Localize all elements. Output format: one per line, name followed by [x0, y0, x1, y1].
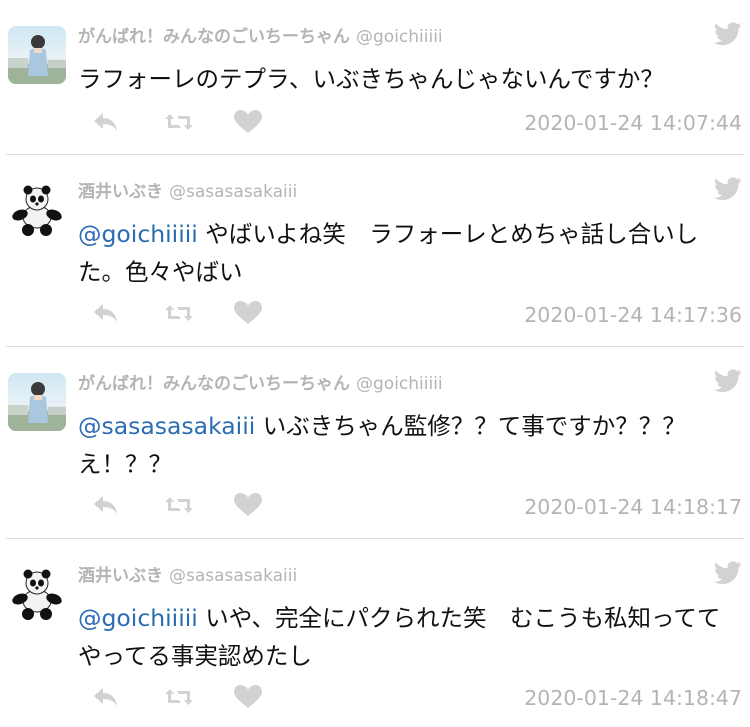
tweet-actions [92, 493, 292, 519]
retweet-icon[interactable] [164, 493, 194, 517]
twitter-bird-icon[interactable] [714, 177, 742, 201]
retweet-icon[interactable] [164, 110, 194, 134]
tweet-header: がんばれ！みんなのごいちーちゃん @goichiiiii [78, 369, 443, 394]
photo-avatar-icon [8, 35, 66, 84]
tweet-header: 酒井いぶき @sasasasakaiii [78, 177, 297, 202]
tweet-header: 酒井いぶき @sasasasakaiii [78, 561, 297, 586]
tweet-timestamp[interactable]: 2020-01-24 14:18:17 [524, 495, 742, 519]
tweet-text: ラフォーレのテプラ、いぶきちゃんじゃないんですか？ [78, 60, 742, 98]
tweet-card: 酒井いぶき @sasasasakaiii @goichiiiii いや、完全にパク… [0, 539, 750, 727]
user-avatar[interactable] [8, 373, 66, 431]
panda-avatar-icon [12, 569, 62, 620]
twitter-bird-icon[interactable] [714, 22, 742, 46]
tweet-text: @sasasasakaiii いぶきちゃん監修？？て事ですか？？？え！？？ [78, 407, 742, 483]
user-display-name[interactable]: がんばれ！みんなのごいちーちゃん [78, 374, 350, 394]
tweet-card: がんばれ！みんなのごいちーちゃん @goichiiiii @sasasasakai… [0, 347, 750, 539]
tweet-mention[interactable]: @sasasasakaiii [78, 412, 255, 440]
user-display-name[interactable]: 酒井いぶき [78, 182, 163, 202]
user-avatar[interactable] [8, 565, 66, 623]
retweet-icon[interactable] [164, 685, 194, 709]
user-handle[interactable]: @sasasasakaiii [169, 566, 297, 586]
user-avatar[interactable] [8, 26, 66, 84]
panda-avatar-icon [12, 185, 62, 236]
tweet-text: @goichiiiii いや、完全にパクられた笑 むこうも私知っててやってる事実… [78, 599, 742, 675]
user-handle[interactable]: @goichiiiii [356, 374, 443, 394]
tweet-timestamp[interactable]: 2020-01-24 14:18:47 [524, 686, 742, 710]
tweet-mention[interactable]: @goichiiiii [78, 220, 198, 248]
reply-icon[interactable] [92, 301, 120, 325]
user-handle[interactable]: @goichiiiii [356, 27, 443, 47]
tweet-actions [92, 685, 292, 711]
reply-icon[interactable] [92, 685, 120, 709]
twitter-bird-icon[interactable] [714, 561, 742, 585]
twitter-bird-icon[interactable] [714, 369, 742, 393]
user-avatar[interactable] [8, 181, 66, 239]
like-heart-icon[interactable] [234, 493, 262, 517]
tweet-card: 酒井いぶき @sasasasakaiii @goichiiiii やばいよね笑 ラ… [0, 155, 750, 347]
tweet-body: ラフォーレのテプラ、いぶきちゃんじゃないんですか？ [78, 65, 664, 93]
reply-icon[interactable] [92, 110, 120, 134]
tweet-header: がんばれ！みんなのごいちーちゃん @goichiiiii [78, 22, 443, 47]
photo-avatar-icon [8, 382, 66, 431]
tweet-text: @goichiiiii やばいよね笑 ラフォーレとめちゃ話し合いした。色々やばい [78, 215, 742, 291]
tweet-card: がんばれ！みんなのごいちーちゃん @goichiiiii ラフォーレのテプラ、いぶ… [0, 0, 750, 155]
retweet-icon[interactable] [164, 301, 194, 325]
like-heart-icon[interactable] [234, 110, 262, 134]
user-display-name[interactable]: 酒井いぶき [78, 566, 163, 586]
user-handle[interactable]: @sasasasakaiii [169, 182, 297, 202]
tweet-actions [92, 110, 292, 136]
tweet-timestamp[interactable]: 2020-01-24 14:17:36 [524, 303, 742, 327]
tweet-mention[interactable]: @goichiiiii [78, 604, 198, 632]
tweet-timestamp[interactable]: 2020-01-24 14:07:44 [524, 111, 742, 135]
tweet-actions [92, 301, 292, 327]
user-display-name[interactable]: がんばれ！みんなのごいちーちゃん [78, 27, 350, 47]
like-heart-icon[interactable] [234, 685, 262, 709]
reply-icon[interactable] [92, 493, 120, 517]
like-heart-icon[interactable] [234, 301, 262, 325]
